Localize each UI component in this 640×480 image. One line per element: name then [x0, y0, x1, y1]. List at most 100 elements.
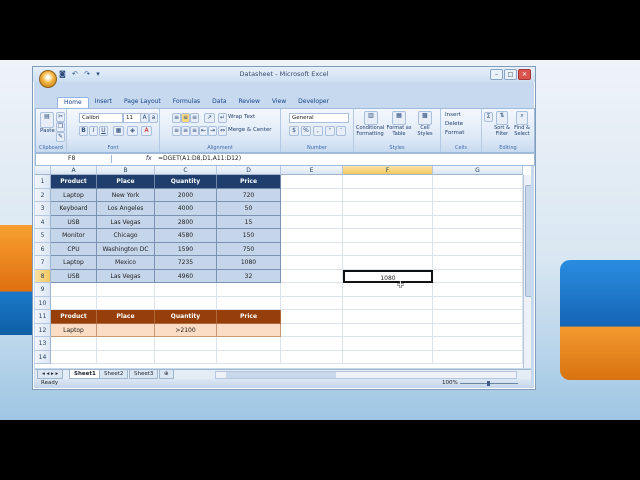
cell[interactable] — [343, 202, 433, 216]
sheet-tab-sheet3[interactable]: Sheet3 — [129, 370, 159, 379]
sheet-tab-sheet1[interactable]: Sheet1 — [69, 370, 101, 379]
database-header-cell[interactable]: Quantity — [155, 175, 217, 189]
database-cell[interactable]: Las Vegas — [97, 215, 155, 229]
row-header-9[interactable]: 9 — [35, 283, 51, 297]
find-select-icon[interactable]: ⌕ — [516, 111, 528, 125]
format-as-table-icon[interactable]: ▦ — [392, 111, 406, 125]
database-cell[interactable]: Monitor — [51, 229, 97, 243]
criteria-cell[interactable]: Laptop — [51, 323, 97, 337]
database-cell[interactable]: USB — [51, 215, 97, 229]
increase-decimal-icon[interactable]: ⁺ — [325, 126, 335, 136]
cell[interactable] — [433, 283, 523, 297]
cell[interactable] — [433, 296, 523, 310]
insert-cells-button[interactable]: Insert — [445, 112, 461, 118]
cut-icon[interactable]: ✂ — [56, 112, 65, 122]
cell[interactable] — [51, 350, 97, 364]
formula-input[interactable]: =DGET(A1:D8,D1,A11:D12) — [158, 155, 241, 163]
row-header-2[interactable]: 2 — [35, 188, 51, 202]
find-select-button[interactable]: Find & Select — [513, 125, 531, 137]
minimize-button[interactable]: – — [490, 69, 503, 80]
row-header-11[interactable]: 11 — [35, 310, 51, 324]
align-left-icon[interactable]: ≡ — [172, 126, 181, 136]
cell[interactable] — [281, 256, 343, 270]
conditional-formatting-button[interactable]: Conditional Formatting — [356, 125, 384, 137]
cell[interactable] — [433, 215, 523, 229]
cell[interactable] — [343, 310, 433, 324]
merge-center-button[interactable]: Merge & Center — [228, 127, 271, 133]
column-header-d[interactable]: D — [217, 166, 281, 175]
cell[interactable] — [97, 337, 155, 351]
database-cell[interactable]: Chicago — [97, 229, 155, 243]
cell[interactable] — [433, 323, 523, 337]
cell[interactable] — [281, 337, 343, 351]
column-header-b[interactable]: B — [97, 166, 155, 175]
database-cell[interactable]: 720 — [217, 188, 281, 202]
database-cell[interactable]: 32 — [217, 269, 281, 283]
wrap-text-button[interactable]: Wrap Text — [228, 114, 255, 120]
cell[interactable] — [433, 175, 523, 189]
cell-styles-icon[interactable]: ▩ — [418, 111, 432, 125]
cell[interactable] — [343, 283, 433, 297]
delete-cells-button[interactable]: Delete — [445, 121, 463, 127]
cell[interactable] — [281, 296, 343, 310]
row-header-3[interactable]: 3 — [35, 202, 51, 216]
column-header-e[interactable]: E — [281, 166, 343, 175]
row-header-1[interactable]: 1 — [35, 175, 51, 189]
database-cell[interactable]: 50 — [217, 202, 281, 216]
sheet-nav-arrows-icon[interactable]: ◂ ◂ ▸ ▸ — [37, 370, 64, 379]
cell[interactable] — [343, 242, 433, 256]
column-header-c[interactable]: C — [155, 166, 217, 175]
column-header-f[interactable]: F — [343, 166, 433, 175]
criteria-header-cell[interactable]: Price — [217, 310, 281, 324]
orientation-icon[interactable]: ↗ — [204, 113, 215, 123]
criteria-cell[interactable]: >2100 — [155, 323, 217, 337]
font-size-select[interactable]: 11 — [123, 113, 141, 123]
sort-filter-icon[interactable]: ⇅ — [496, 111, 508, 125]
fill-color-icon[interactable]: ◈ — [127, 126, 138, 136]
database-cell[interactable]: 7235 — [155, 256, 217, 270]
database-cell[interactable]: Los Angeles — [97, 202, 155, 216]
horizontal-scrollbar[interactable] — [215, 371, 517, 379]
autosum-button[interactable]: Σ — [484, 112, 493, 122]
database-cell[interactable]: 750 — [217, 242, 281, 256]
database-cell[interactable]: 1080 — [217, 256, 281, 270]
database-cell[interactable]: New York — [97, 188, 155, 202]
cell[interactable] — [343, 256, 433, 270]
borders-icon[interactable]: ▦ — [113, 126, 124, 136]
row-header-12[interactable]: 12 — [35, 323, 51, 337]
vertical-scrollbar[interactable] — [523, 175, 531, 368]
database-cell[interactable]: CPU — [51, 242, 97, 256]
row-header-10[interactable]: 10 — [35, 296, 51, 310]
cell[interactable] — [155, 296, 217, 310]
cell[interactable] — [51, 296, 97, 310]
number-format-select[interactable]: General — [289, 113, 349, 123]
criteria-header-cell[interactable]: Quantity — [155, 310, 217, 324]
tab-data[interactable]: Data — [206, 97, 232, 108]
database-cell[interactable]: Las Vegas — [97, 269, 155, 283]
cell[interactable] — [433, 310, 523, 324]
sheet-tab-sheet2[interactable]: Sheet2 — [99, 370, 129, 379]
cell[interactable] — [217, 296, 281, 310]
cell[interactable] — [155, 337, 217, 351]
criteria-header-cell[interactable]: Place — [97, 310, 155, 324]
cell[interactable] — [433, 229, 523, 243]
row-header-4[interactable]: 4 — [35, 215, 51, 229]
cell[interactable] — [281, 242, 343, 256]
database-cell[interactable]: 150 — [217, 229, 281, 243]
close-button[interactable]: ✕ — [518, 69, 531, 80]
cell[interactable] — [281, 310, 343, 324]
cell[interactable] — [217, 337, 281, 351]
tab-formulas[interactable]: Formulas — [167, 97, 206, 108]
sort-filter-button[interactable]: Sort & Filter — [494, 125, 510, 137]
zoom-slider-knob[interactable] — [487, 381, 490, 386]
cell[interactable] — [343, 337, 433, 351]
paste-icon[interactable]: ▤ — [40, 112, 54, 128]
tab-home[interactable]: Home — [57, 97, 89, 108]
cell[interactable] — [97, 350, 155, 364]
maximize-button[interactable]: □ — [504, 69, 517, 80]
cell[interactable] — [281, 202, 343, 216]
align-top-icon[interactable]: ≡ — [172, 113, 181, 123]
format-as-table-button[interactable]: Format as Table — [386, 125, 412, 137]
active-cell-f8[interactable]: 1080 — [343, 269, 433, 283]
database-cell[interactable]: Laptop — [51, 188, 97, 202]
